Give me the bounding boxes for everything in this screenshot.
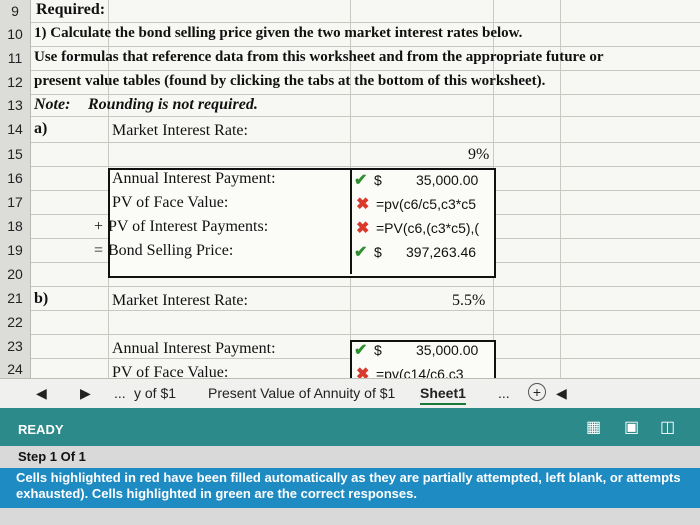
row-header[interactable]: 12: [0, 70, 31, 94]
row-header[interactable]: 14: [0, 116, 31, 142]
interest-value-a[interactable]: 35,000.00: [416, 172, 478, 188]
interest-dollar-a: $: [374, 172, 382, 188]
tab-sheet1[interactable]: Sheet1: [420, 385, 466, 405]
pv-interest-formula-a[interactable]: =PV(c6,(c3*c5),(: [376, 220, 490, 236]
status-bar: READY ▦ ▣ ◫: [0, 408, 700, 446]
market-rate-label-a: Market Interest Rate:: [112, 122, 248, 139]
note-label: Note:: [34, 96, 71, 113]
check-icon: ✔: [354, 244, 368, 261]
feedback-panel: Step 1 Of 1 Cells highlighted in red hav…: [0, 446, 700, 525]
normal-view-icon[interactable]: ▦: [586, 417, 601, 437]
instruction-line-1: 1) Calculate the bond selling price give…: [34, 25, 523, 41]
add-sheet-icon[interactable]: +: [528, 383, 546, 401]
bond-price-label-a: Bond Selling Price:: [108, 242, 234, 259]
required-heading: Required:: [36, 1, 106, 18]
step-title: Step 1 Of 1: [18, 449, 86, 464]
interest-value-b[interactable]: 35,000.00: [416, 342, 478, 358]
price-value-a[interactable]: 397,263.46: [406, 244, 476, 260]
row-header[interactable]: 16: [0, 166, 31, 190]
row-header[interactable]: 10: [0, 22, 31, 46]
row-header[interactable]: 20: [0, 262, 31, 286]
spreadsheet-grid[interactable]: 9 10 11 12 13 14 15 16 17 18 19 20 21 22…: [0, 0, 700, 380]
instruction-line-3: present value tables (found by clicking …: [34, 73, 546, 89]
market-rate-value-a[interactable]: 9%: [468, 146, 489, 164]
pv-face-label-a: PV of Face Value:: [112, 194, 229, 211]
row-header[interactable]: 17: [0, 190, 31, 214]
equals-sign: =: [94, 242, 104, 259]
row-header[interactable]: 19: [0, 238, 31, 262]
price-dollar-a: $: [374, 244, 382, 260]
row-header[interactable]: 9: [0, 0, 31, 22]
check-icon: ✔: [354, 342, 368, 359]
scroll-right-icon[interactable]: ▶: [80, 385, 91, 402]
row-header[interactable]: 15: [0, 142, 31, 166]
cross-icon: ✖: [356, 220, 370, 237]
row-header[interactable]: 23: [0, 334, 31, 358]
pv-face-formula-a[interactable]: =pv(c6/c5,c3*c5: [376, 196, 490, 212]
check-icon: ✔: [354, 172, 368, 189]
tab-ellipsis-right[interactable]: ...: [498, 385, 510, 401]
annual-interest-label-a: Annual Interest Payment:: [112, 170, 276, 187]
part-b-label: b): [34, 290, 49, 307]
market-rate-label-b: Market Interest Rate:: [112, 292, 248, 309]
tab-pv-annuity[interactable]: Present Value of Annuity of $1: [208, 385, 395, 401]
scroll-left-icon[interactable]: ◀: [36, 385, 47, 402]
row-header[interactable]: 11: [0, 46, 31, 70]
note-text: Rounding is not required.: [88, 96, 258, 113]
market-rate-value-b[interactable]: 5.5%: [452, 292, 485, 310]
status-ready: READY: [18, 422, 64, 437]
row-header[interactable]: 18: [0, 214, 31, 238]
page-layout-icon[interactable]: ▣: [624, 417, 639, 437]
row-header[interactable]: 24: [0, 358, 31, 380]
row-header[interactable]: 21: [0, 286, 31, 310]
annual-interest-label-b: Annual Interest Payment:: [112, 340, 276, 357]
row-header[interactable]: 22: [0, 310, 31, 334]
interest-dollar-b: $: [374, 342, 382, 358]
plus-sign: +: [94, 218, 104, 235]
tab-ellipsis-left[interactable]: ...: [114, 385, 126, 401]
page-break-icon[interactable]: ◫: [660, 417, 675, 437]
pv-interest-label-a: PV of Interest Payments:: [108, 218, 269, 235]
feedback-message: Cells highlighted in red have been fille…: [0, 468, 700, 508]
row-header[interactable]: 13: [0, 94, 31, 116]
scroll-end-icon[interactable]: ◀: [556, 385, 567, 402]
tab-future-value[interactable]: y of $1: [134, 385, 176, 401]
instruction-line-2: Use formulas that reference data from th…: [34, 49, 604, 65]
sheet-tab-bar: ◀ ▶ ... y of $1 Present Value of Annuity…: [0, 378, 700, 409]
part-a-label: a): [34, 120, 48, 137]
cross-icon: ✖: [356, 196, 370, 213]
